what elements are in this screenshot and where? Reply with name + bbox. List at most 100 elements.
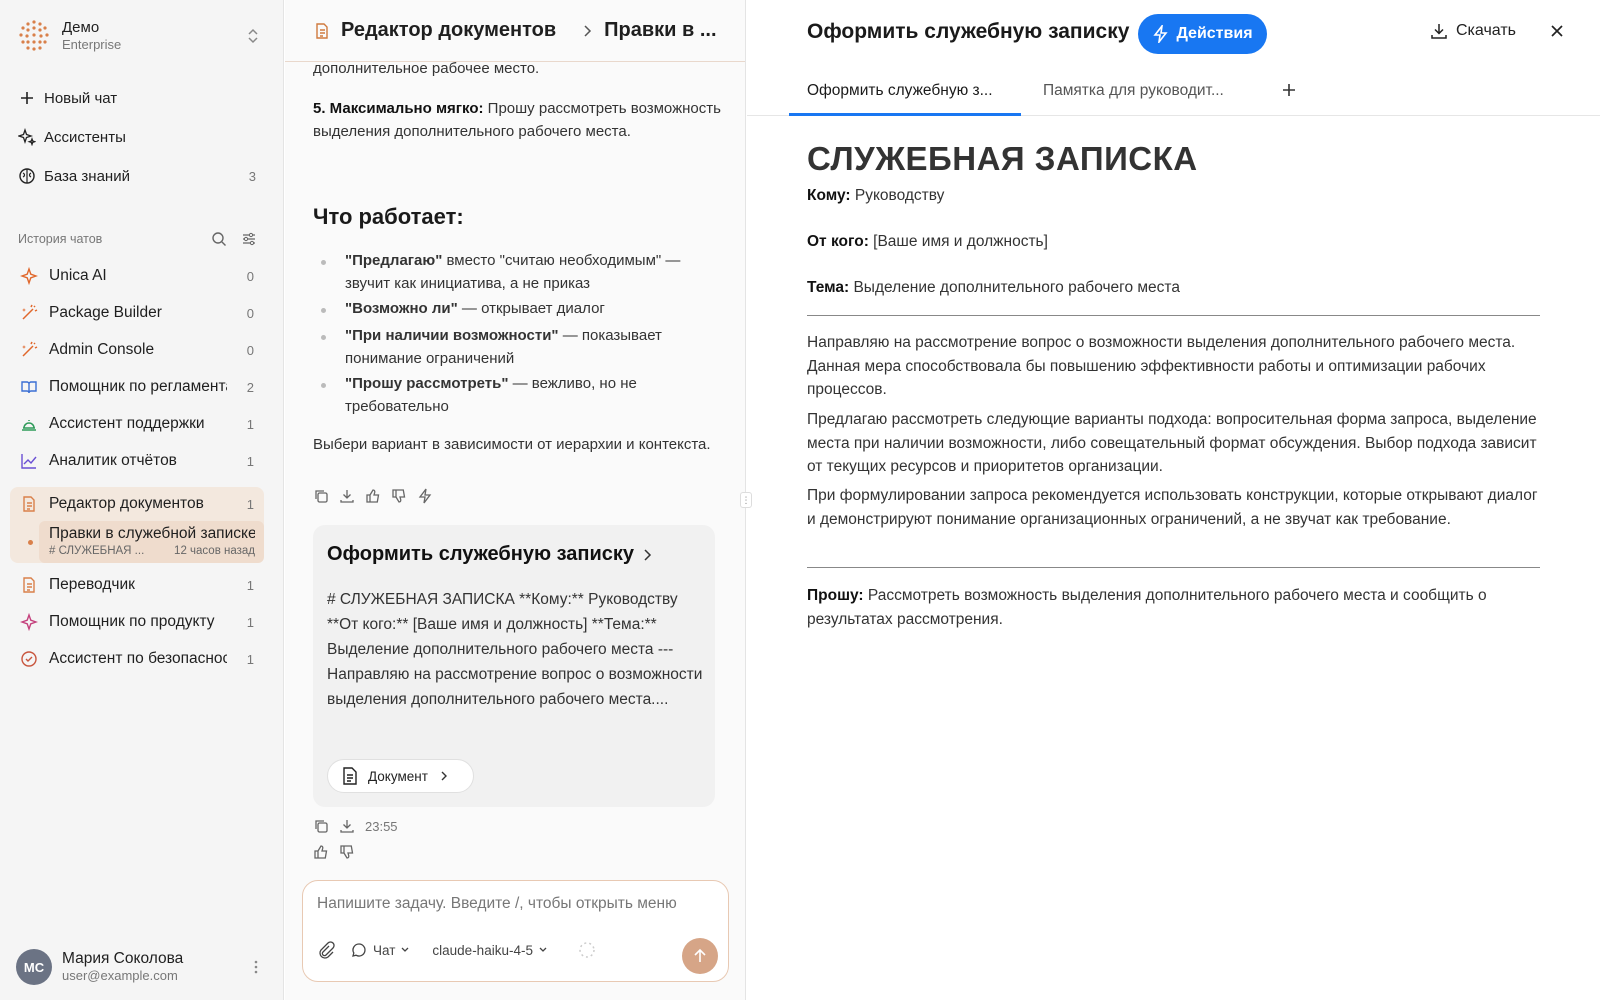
chat-label: Ассистент поддержки [49,415,205,432]
document-icon [23,496,35,512]
doc-subject-label: Тема: [807,279,850,296]
download-icon[interactable] [339,488,355,504]
document-heading: СЛУЖЕБНАЯ ЗАПИСКА [807,140,1198,177]
chevron-updown-icon [248,28,258,44]
chat-label: Ассистент по безопасности [49,650,227,667]
chat-label: Помощник по регламентам [49,378,227,395]
chat-item-regulations[interactable]: Помощник по регламентам 2 [10,370,264,404]
document-icon [316,22,328,39]
send-button[interactable] [682,938,718,974]
chat-count: 2 [246,379,254,395]
book-icon [21,381,37,394]
active-tab-indicator [789,113,1021,116]
nav-label: Новый чат [44,89,118,107]
breadcrumb-chat: Правки в ... [604,19,717,41]
nav-label: База знаний [44,167,130,185]
thumbs-down-icon[interactable] [339,844,355,860]
tab-manager-note[interactable]: Памятка для руководит... [1043,82,1224,100]
item-bold: 5. Максимально мягко: [313,100,484,117]
plus-icon[interactable] [1281,82,1297,98]
chat-item-doc-editor[interactable]: Редактор документов 1 [10,487,264,521]
artifact-card[interactable]: Оформить служебную записку # СЛУЖЕБНАЯ З… [313,525,715,807]
new-chat-button[interactable]: Новый чат [10,82,264,114]
mode-select[interactable]: Чат [373,943,395,958]
document-button-label: Документ [368,768,428,784]
chat-label: Помощник по продукту [49,613,215,630]
app-window: Демо Enterprise Новый чат Ассистенты Баз… [0,0,1600,1000]
chat-count: 0 [246,305,254,321]
composer-input[interactable]: Напишите задачу. Введите /, чтобы открыт… [317,895,677,913]
brain-icon [19,168,35,184]
chevron-down-icon [401,947,409,952]
chart-icon [21,454,37,469]
chat-item-support[interactable]: Ассистент поддержки 1 [10,407,264,441]
chat-item-unica-ai[interactable]: Unica AI 0 [10,259,264,293]
chat-item-package-builder[interactable]: Package Builder 0 [10,296,264,330]
document-button[interactable]: Документ [327,759,474,793]
more-vertical-icon[interactable] [254,959,258,975]
actions-button[interactable]: Действия [1138,14,1267,54]
thumbs-up-icon[interactable] [365,488,381,504]
lightning-icon [1153,25,1169,43]
bullet-item: "Прошу рассмотреть" — вежливо, но не тре… [313,373,723,418]
message-closing: Выбери вариант в зависимости от иерархии… [313,436,711,453]
chat-label: Admin Console [49,341,155,358]
model-select[interactable]: claude-haiku-4-5 [432,943,533,958]
chat-count: 0 [246,342,254,358]
artifact-title: Оформить служебную записку [327,543,652,566]
nav-count: 3 [248,168,256,184]
tab-memo[interactable]: Оформить служебную з... [807,82,993,100]
arrow-up-icon [694,948,706,962]
bullet-item: "Предлагаю" вместо "считаю необходимым" … [313,250,723,295]
message-feedback [313,844,355,860]
check-circle-icon [21,651,37,667]
nav-label: Ассистенты [44,128,126,146]
download-button[interactable]: Скачать [1430,22,1516,40]
chat-count: 1 [246,577,254,593]
chat-label: Переводчик [49,576,135,593]
download-label: Скачать [1456,22,1516,39]
filter-icon[interactable] [241,231,257,247]
resize-handle[interactable]: ⋮ [740,492,752,508]
user-profile[interactable]: МС Мария Соколова user@example.com [16,947,270,987]
message-heading: Что работает: [313,204,464,229]
nav-item-knowledge-base[interactable]: База знаний 3 [10,160,264,192]
chat-item-security[interactable]: Ассистент по безопасности 1 [10,642,264,676]
message-actions [313,488,433,504]
bullet-item: "Возможно ли" — открывает диалог [313,298,723,321]
bullet-text: — открывает диалог [457,300,605,317]
actions-label: Действия [1176,25,1253,42]
document-icon [343,767,357,785]
doc-subject: Тема: Выделение дополнительного рабочего… [807,276,1540,300]
chat-item-admin-console[interactable]: Admin Console 0 [10,333,264,367]
nav-item-assistants[interactable]: Ассистенты [10,121,264,153]
chat-count: 1 [246,651,254,667]
bullet-bold: "При наличии возможности" [345,327,559,344]
thumbs-down-icon[interactable] [391,488,407,504]
chat-item-translator[interactable]: Переводчик 1 [10,568,264,602]
copy-icon[interactable] [313,488,329,504]
loading-spinner-icon [579,942,595,958]
bullet-bold: "Возможно ли" [345,300,458,317]
divider [807,567,1540,568]
chat-item-reports[interactable]: Аналитик отчётов 1 [10,444,264,478]
download-icon[interactable] [339,818,355,834]
doc-paragraph: Предлагаю рассмотреть следующие варианты… [807,411,1537,475]
chat-item-product[interactable]: Помощник по продукту 1 [10,605,264,639]
search-icon[interactable] [211,231,227,247]
lightning-icon[interactable] [417,488,433,504]
org-switcher[interactable]: Демо Enterprise [16,16,268,56]
chat-count: 0 [246,268,254,284]
message-composer[interactable]: Напишите задачу. Введите /, чтобы открыт… [302,880,729,982]
doc-from: От кого: [Ваше имя и должность] [807,230,1540,254]
doc-paragraph: Направляю на рассмотрение вопрос о возмо… [807,334,1516,398]
chat-label: Редактор документов [49,495,204,512]
paperclip-icon[interactable] [317,941,335,959]
close-icon[interactable] [1550,24,1564,38]
thumbs-up-icon[interactable] [313,844,329,860]
chat-label: Unica AI [49,267,107,284]
breadcrumb-assistant[interactable]: Редактор документов [341,19,556,42]
copy-icon[interactable] [313,818,329,834]
chat-subitem-active[interactable]: Правки в служебной записке # СЛУЖЕБНАЯ .… [10,521,264,563]
chat-label: Package Builder [49,304,162,321]
